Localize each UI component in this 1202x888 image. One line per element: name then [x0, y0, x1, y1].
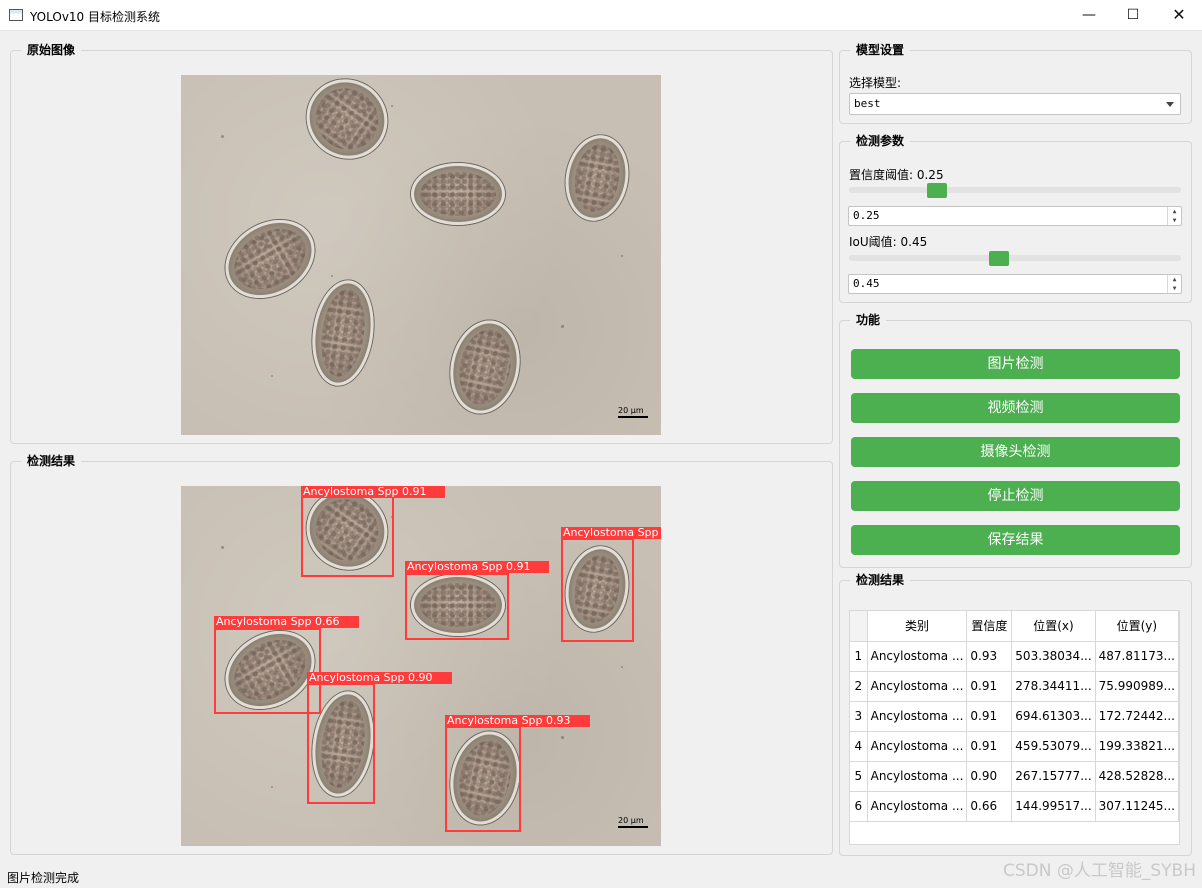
- cell-class[interactable]: Ancylostoma ...: [867, 731, 968, 762]
- row-number[interactable]: 2: [850, 671, 868, 702]
- cell-confidence[interactable]: 0.93: [966, 641, 1013, 672]
- detection-params-title: 检测参数: [850, 133, 911, 149]
- cell-class[interactable]: Ancylostoma ...: [867, 641, 968, 672]
- title-bar: YOLOv10 目标检测系统 — ☐ ✕: [0, 0, 1202, 31]
- original-image-title: 原始图像: [21, 42, 82, 58]
- original-image: 20 μm: [181, 75, 661, 435]
- cell-position-x[interactable]: 267.15777...: [1011, 761, 1096, 792]
- results-table[interactable]: 类别 置信度 位置(x) 位置(y) 1 Ancylostoma ... 0.9…: [849, 610, 1180, 845]
- stop-detect-button[interactable]: 停止检测: [851, 481, 1180, 511]
- image-detect-button[interactable]: 图片检测: [851, 349, 1180, 379]
- video-detect-button[interactable]: 视频检测: [851, 393, 1180, 423]
- cell-confidence[interactable]: 0.91: [966, 671, 1013, 702]
- model-settings-title: 模型设置: [850, 42, 911, 58]
- cell-confidence[interactable]: 0.66: [966, 791, 1013, 822]
- detection-label: Ancylostoma Spp 0.93: [445, 715, 590, 727]
- app-window-icon: [9, 9, 23, 21]
- scale-bar: 20 μm: [618, 406, 648, 418]
- detection-box: [445, 726, 521, 832]
- cell-position-x[interactable]: 278.34411...: [1011, 671, 1096, 702]
- save-results-button[interactable]: 保存结果: [851, 525, 1180, 555]
- detection-label: Ancylostoma Spp: [561, 527, 661, 539]
- cell-position-y[interactable]: 487.81173...: [1095, 641, 1179, 672]
- cell-class[interactable]: Ancylostoma ...: [867, 791, 968, 822]
- cell-confidence[interactable]: 0.90: [966, 761, 1013, 792]
- detection-label: Ancylostoma Spp 0.90: [307, 672, 452, 684]
- cell-class[interactable]: Ancylostoma ...: [867, 701, 968, 732]
- detection-box: [307, 683, 375, 804]
- cell-position-x[interactable]: 694.61303...: [1011, 701, 1096, 732]
- table-row[interactable]: 2 Ancylostoma ... 0.91 278.34411... 75.9…: [850, 671, 1179, 702]
- confidence-spinbox[interactable]: 0.25 ▲ ▼: [848, 206, 1182, 226]
- cell-class[interactable]: Ancylostoma ...: [867, 671, 968, 702]
- iou-spinbox-value: 0.45: [853, 277, 880, 290]
- column-header-position-x[interactable]: 位置(x): [1011, 611, 1096, 642]
- detection-label: Ancylostoma Spp 0.91: [405, 561, 549, 573]
- spin-arrows-icon[interactable]: ▲ ▼: [1167, 275, 1181, 293]
- column-header-class[interactable]: 类别: [867, 611, 968, 642]
- camera-detect-button[interactable]: 摄像头检测: [851, 437, 1180, 467]
- row-number[interactable]: 3: [850, 701, 868, 732]
- detection-result-image: Ancylostoma Spp 0.91 Ancylostoma Spp 0.9…: [181, 486, 661, 846]
- scale-bar: 20 μm: [618, 816, 648, 828]
- cell-position-x[interactable]: 144.99517...: [1011, 791, 1096, 822]
- confidence-threshold-label: 置信度阈值: 0.25: [849, 168, 944, 182]
- results-table-title: 检测结果: [850, 572, 911, 588]
- chevron-down-icon: [1166, 102, 1174, 107]
- confidence-slider[interactable]: [849, 187, 1181, 193]
- iou-threshold-label: IoU阈值: 0.45: [849, 235, 928, 249]
- detection-result-title: 检测结果: [21, 453, 82, 469]
- spin-arrows-icon[interactable]: ▲ ▼: [1167, 207, 1181, 225]
- table-row[interactable]: 6 Ancylostoma ... 0.66 144.99517... 307.…: [850, 791, 1179, 822]
- detection-box: [214, 628, 321, 714]
- cell-confidence[interactable]: 0.91: [966, 701, 1013, 732]
- cell-position-y[interactable]: 307.11245...: [1095, 791, 1179, 822]
- table-header-row: 类别 置信度 位置(x) 位置(y): [850, 611, 1179, 642]
- column-header-position-y[interactable]: 位置(y): [1095, 611, 1179, 642]
- detection-label: Ancylostoma Spp 0.66: [214, 616, 359, 628]
- detection-label: Ancylostoma Spp 0.91: [301, 486, 445, 498]
- cell-position-y[interactable]: 172.72442...: [1095, 701, 1179, 732]
- iou-slider[interactable]: [849, 255, 1181, 261]
- row-number[interactable]: 6: [850, 791, 868, 822]
- iou-spinbox[interactable]: 0.45 ▲ ▼: [848, 274, 1182, 294]
- column-header-confidence[interactable]: 置信度: [966, 611, 1013, 642]
- iou-slider-handle[interactable]: [989, 251, 1010, 266]
- functions-title: 功能: [850, 312, 887, 328]
- table-row[interactable]: 4 Ancylostoma ... 0.91 459.53079... 199.…: [850, 731, 1179, 762]
- cell-position-y[interactable]: 75.990989...: [1095, 671, 1179, 702]
- detection-box: [561, 538, 634, 642]
- row-number[interactable]: 5: [850, 761, 868, 792]
- cell-class[interactable]: Ancylostoma ...: [867, 761, 968, 792]
- model-select-value: best: [854, 97, 881, 110]
- confidence-slider-handle[interactable]: [927, 183, 947, 198]
- detection-box: [301, 496, 394, 577]
- cell-position-x[interactable]: 503.38034...: [1011, 641, 1096, 672]
- close-button[interactable]: ✕: [1156, 0, 1202, 31]
- status-bar-text: 图片检测完成: [7, 871, 80, 885]
- detection-box: [405, 573, 509, 640]
- table-row[interactable]: 5 Ancylostoma ... 0.90 267.15777... 428.…: [850, 761, 1179, 792]
- cell-position-y[interactable]: 428.52828...: [1095, 761, 1179, 792]
- cell-position-x[interactable]: 459.53079...: [1011, 731, 1096, 762]
- model-select[interactable]: best: [849, 93, 1181, 115]
- table-row[interactable]: 3 Ancylostoma ... 0.91 694.61303... 172.…: [850, 701, 1179, 732]
- table-corner[interactable]: [850, 611, 868, 642]
- window-title: YOLOv10 目标检测系统: [30, 10, 161, 24]
- maximize-button[interactable]: ☐: [1110, 0, 1156, 31]
- watermark: CSDN @人工智能_SYBH: [1003, 861, 1196, 881]
- cell-confidence[interactable]: 0.91: [966, 731, 1013, 762]
- row-number[interactable]: 1: [850, 641, 868, 672]
- confidence-spinbox-value: 0.25: [853, 209, 880, 222]
- row-number[interactable]: 4: [850, 731, 868, 762]
- select-model-label: 选择模型:: [849, 76, 902, 90]
- table-row[interactable]: 1 Ancylostoma ... 0.93 503.38034... 487.…: [850, 641, 1179, 672]
- cell-position-y[interactable]: 199.33821...: [1095, 731, 1179, 762]
- minimize-button[interactable]: —: [1066, 0, 1112, 31]
